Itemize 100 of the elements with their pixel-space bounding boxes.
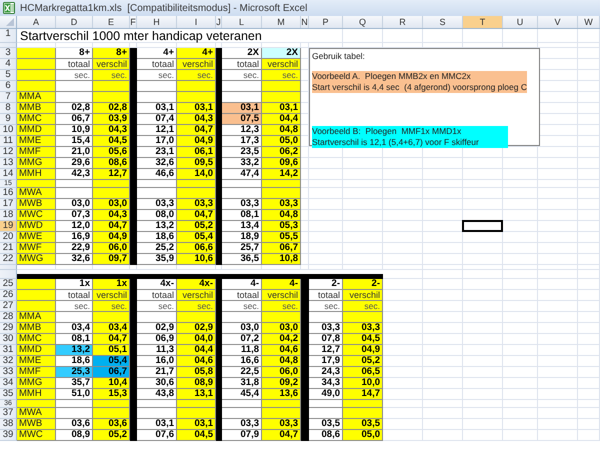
sheet-cell — [578, 210, 600, 221]
row-header[interactable] — [0, 270, 17, 279]
row-header[interactable]: 31 — [0, 345, 17, 356]
row-header[interactable]: 9 — [0, 114, 17, 125]
sheet-cell — [463, 290, 503, 301]
row-header[interactable]: 30 — [0, 334, 17, 345]
column-header[interactable]: J — [216, 16, 222, 28]
row-header[interactable]: 17 — [0, 199, 17, 210]
sheet-cell — [578, 103, 600, 114]
column-header[interactable]: H — [137, 16, 177, 28]
row-header[interactable]: 33 — [0, 367, 17, 378]
column-header[interactable]: F — [130, 16, 137, 28]
row-header[interactable]: 37 — [0, 408, 17, 419]
sheet-cell — [309, 221, 343, 232]
table-cell — [17, 70, 56, 81]
sheet-cell — [383, 323, 423, 334]
sheet-cell — [578, 356, 600, 367]
table-cell — [93, 408, 130, 419]
sheet-cell — [578, 378, 600, 389]
table-cell: 12,7 — [93, 169, 130, 180]
column-header[interactable]: L — [222, 16, 262, 28]
column-header[interactable]: E — [93, 16, 130, 28]
row-header[interactable]: 32 — [0, 356, 17, 367]
row-header[interactable]: 11 — [0, 136, 17, 147]
row-label: MMG — [17, 158, 56, 169]
sheet-cell — [423, 254, 463, 265]
sheet-cell — [538, 210, 578, 221]
column-header[interactable]: D — [56, 16, 93, 28]
row-header[interactable]: 7 — [0, 92, 17, 103]
column-header[interactable]: I — [177, 16, 216, 28]
row-header[interactable]: 28 — [0, 312, 17, 323]
row-label: MMC — [17, 334, 56, 345]
column-header[interactable]: P — [309, 16, 343, 28]
sheet-title: Startverschil 1000 mter handicap veteranen — [20, 28, 262, 42]
row-header[interactable] — [0, 43, 17, 48]
sheet-cell — [343, 221, 383, 232]
table-cell: 13,1 — [177, 389, 216, 400]
row-header[interactable]: 21 — [0, 243, 17, 254]
row-header[interactable]: 22 — [0, 254, 17, 265]
column-header[interactable]: Q — [343, 16, 383, 28]
row-header[interactable]: 3 — [0, 48, 17, 59]
sheet-cell — [463, 323, 503, 334]
row-header[interactable]: 12 — [0, 147, 17, 158]
table-cell: 15,3 — [93, 389, 130, 400]
table-cell: 1x — [93, 279, 130, 290]
row-header[interactable]: 25 — [0, 279, 17, 290]
column-header[interactable]: M — [262, 16, 301, 28]
table-cell: 04,9 — [343, 345, 383, 356]
row-header[interactable]: 14 — [0, 169, 17, 180]
row-header[interactable]: 27 — [0, 301, 17, 312]
column-header[interactable]: N — [301, 16, 309, 28]
sheet-cell — [343, 29, 383, 43]
column-header[interactable]: W — [578, 16, 600, 28]
column-header[interactable]: T — [463, 16, 503, 28]
row-header[interactable]: 6 — [0, 81, 17, 92]
row-header[interactable]: 16 — [0, 188, 17, 199]
select-all-icon[interactable] — [6, 18, 14, 26]
row-header[interactable]: 19 — [0, 221, 17, 232]
row-header[interactable]: 5 — [0, 70, 17, 81]
column-header[interactable]: V — [538, 16, 578, 28]
row-header[interactable] — [0, 265, 17, 270]
sheet-cell — [578, 70, 600, 81]
row-label: MWF — [17, 243, 56, 254]
sheet-cell — [463, 378, 503, 389]
sheet-cell — [309, 188, 343, 199]
row-header[interactable]: 8 — [0, 103, 17, 114]
table-cell — [177, 92, 216, 103]
sheet-cell — [578, 312, 600, 323]
table-cell: 03,4 — [93, 323, 130, 334]
row-header[interactable]: 18 — [0, 210, 17, 221]
table-cell: 04,4 — [262, 114, 301, 125]
sheet-cell — [463, 419, 503, 430]
row-header[interactable]: 38 — [0, 419, 17, 430]
note-heading: Gebruik tabel: — [312, 51, 366, 62]
sheet-cell — [538, 147, 578, 158]
row-header[interactable]: 35 — [0, 389, 17, 400]
row-header[interactable]: 29 — [0, 323, 17, 334]
row-header[interactable]: 34 — [0, 378, 17, 389]
sheet-cell — [463, 334, 503, 345]
column-header[interactable]: U — [503, 16, 538, 28]
row-header[interactable]: 1 — [0, 29, 17, 43]
sheet-cell — [578, 367, 600, 378]
table-cell: 10,0 — [343, 378, 383, 389]
sheet-cell — [383, 290, 423, 301]
row-header[interactable]: 10 — [0, 125, 17, 136]
sheet-cell — [383, 334, 423, 345]
sheet-cell — [309, 210, 343, 221]
column-header[interactable]: R — [383, 16, 423, 28]
table-cell: 04,7 — [93, 334, 130, 345]
sheet-cell — [463, 243, 503, 254]
table-cell: 03,3 — [262, 199, 301, 210]
row-header[interactable]: 39 — [0, 430, 17, 441]
column-header[interactable]: A — [17, 16, 56, 28]
row-header[interactable]: 13 — [0, 158, 17, 169]
sheet-cell — [578, 92, 600, 103]
row-header[interactable]: 4 — [0, 59, 17, 70]
table-cell: 04,4 — [177, 345, 216, 356]
row-header[interactable]: 26 — [0, 290, 17, 301]
sheet-cell — [343, 199, 383, 210]
row-header[interactable]: 20 — [0, 232, 17, 243]
